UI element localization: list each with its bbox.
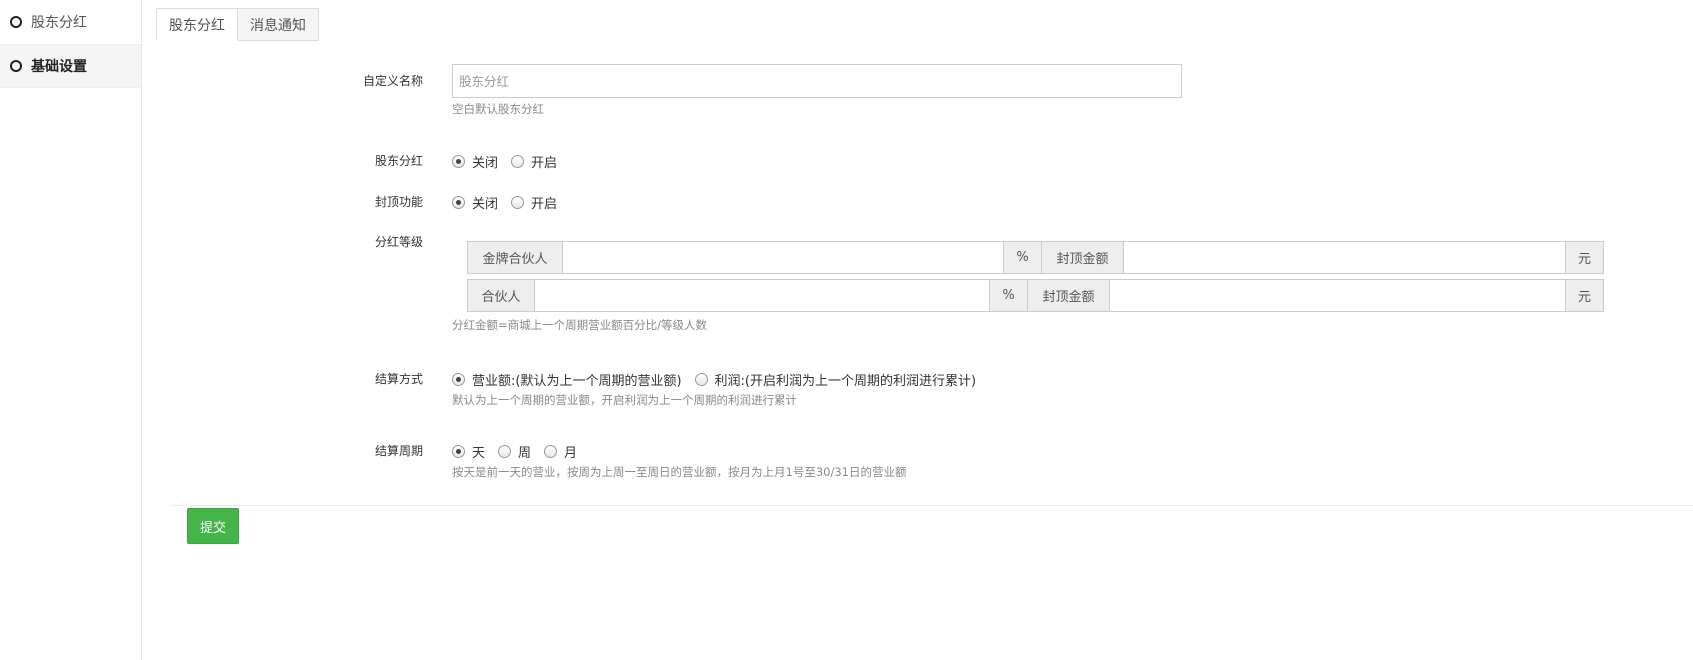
tab-bar: 股东分红 消息通知 (156, 8, 319, 41)
radio-unchecked-icon[interactable] (498, 445, 512, 458)
radio-unchecked-icon[interactable] (544, 445, 558, 458)
tab-dividend[interactable]: 股东分红 (156, 8, 238, 41)
dividend-on-option[interactable]: 开启 (511, 152, 557, 171)
percent-unit: % (990, 280, 1028, 311)
settle-method-label: 结算方式 (374, 372, 423, 386)
level-name: 金牌合伙人 (468, 242, 563, 273)
sidebar-item-label: 基础设置 (31, 59, 87, 75)
radio-label: 利润:(开启利润为上一个周期的利润进行累计) (714, 374, 977, 389)
sidebar-item-dividend[interactable]: 股东分红 (0, 0, 141, 44)
radio-checked-icon[interactable] (452, 445, 465, 458)
sidebar-item-basic-settings[interactable]: 基础设置 (0, 44, 141, 88)
radio-unchecked-icon[interactable] (511, 155, 525, 168)
radio-label: 天 (472, 446, 486, 461)
radio-label: 开启 (531, 156, 558, 171)
radio-unchecked-icon[interactable] (511, 196, 525, 209)
radio-label: 营业额:(默认为上一个周期的营业额) (472, 374, 682, 389)
dividend-label: 股东分红 (374, 154, 423, 168)
sidebar-item-label: 股东分红 (31, 15, 87, 31)
custom-name-input[interactable] (452, 64, 1182, 98)
level-percent-input[interactable] (563, 242, 1004, 273)
level-row-partner: 合伙人 % 封顶金额 元 (467, 279, 1604, 312)
sidebar: 股东分红 基础设置 (0, 0, 142, 660)
cap-off-option[interactable]: 关闭 (452, 193, 498, 212)
level-name: 合伙人 (468, 280, 535, 311)
level-percent-input[interactable] (535, 280, 990, 311)
circle-icon (10, 16, 22, 28)
settle-profit-option[interactable]: 利润:(开启利润为上一个周期的利润进行累计) (694, 370, 977, 389)
radio-checked-icon[interactable] (452, 373, 465, 386)
radio-unchecked-icon[interactable] (694, 373, 708, 386)
level-row-gold-partner: 金牌合伙人 % 封顶金额 元 (467, 241, 1604, 274)
period-week-option[interactable]: 周 (498, 442, 531, 461)
cap-feature-label: 封顶功能 (374, 195, 423, 209)
cap-amount-label: 封顶金额 (1028, 280, 1110, 311)
radio-label: 月 (564, 446, 578, 461)
radio-label: 开启 (531, 197, 558, 212)
dividend-off-option[interactable]: 关闭 (452, 152, 498, 171)
cap-on-option[interactable]: 开启 (511, 193, 557, 212)
custom-name-help: 空白默认股东分红 (452, 102, 544, 116)
cap-amount-label: 封顶金额 (1042, 242, 1124, 273)
radio-label: 关闭 (472, 156, 499, 171)
radio-checked-icon[interactable] (452, 196, 465, 209)
level-cap-input[interactable] (1124, 242, 1566, 273)
levels-label: 分红等级 (374, 235, 423, 249)
yuan-unit: 元 (1566, 242, 1603, 273)
period-month-option[interactable]: 月 (544, 442, 577, 461)
settle-revenue-option[interactable]: 营业额:(默认为上一个周期的营业额) (452, 370, 682, 389)
level-cap-input[interactable] (1110, 280, 1566, 311)
period-day-option[interactable]: 天 (452, 442, 485, 461)
tab-notifications[interactable]: 消息通知 (238, 8, 319, 41)
radio-label: 周 (518, 446, 532, 461)
yuan-unit: 元 (1566, 280, 1603, 311)
form-divider (170, 505, 1693, 506)
settle-period-help: 按天是前一天的营业，按周为上周一至周日的营业额，按月为上月1号至30/31日的营… (452, 465, 907, 479)
custom-name-label: 自定义名称 (362, 74, 423, 88)
settle-period-label: 结算周期 (374, 444, 423, 458)
levels-help: 分红金额=商城上一个周期营业额百分比/等级人数 (452, 318, 708, 332)
submit-button[interactable]: 提交 (187, 508, 239, 544)
radio-label: 关闭 (472, 197, 499, 212)
circle-icon (10, 60, 22, 72)
radio-checked-icon[interactable] (452, 155, 465, 168)
settle-method-help: 默认为上一个周期的营业额，开启利润为上一个周期的利润进行累计 (452, 393, 797, 407)
percent-unit: % (1004, 242, 1042, 273)
